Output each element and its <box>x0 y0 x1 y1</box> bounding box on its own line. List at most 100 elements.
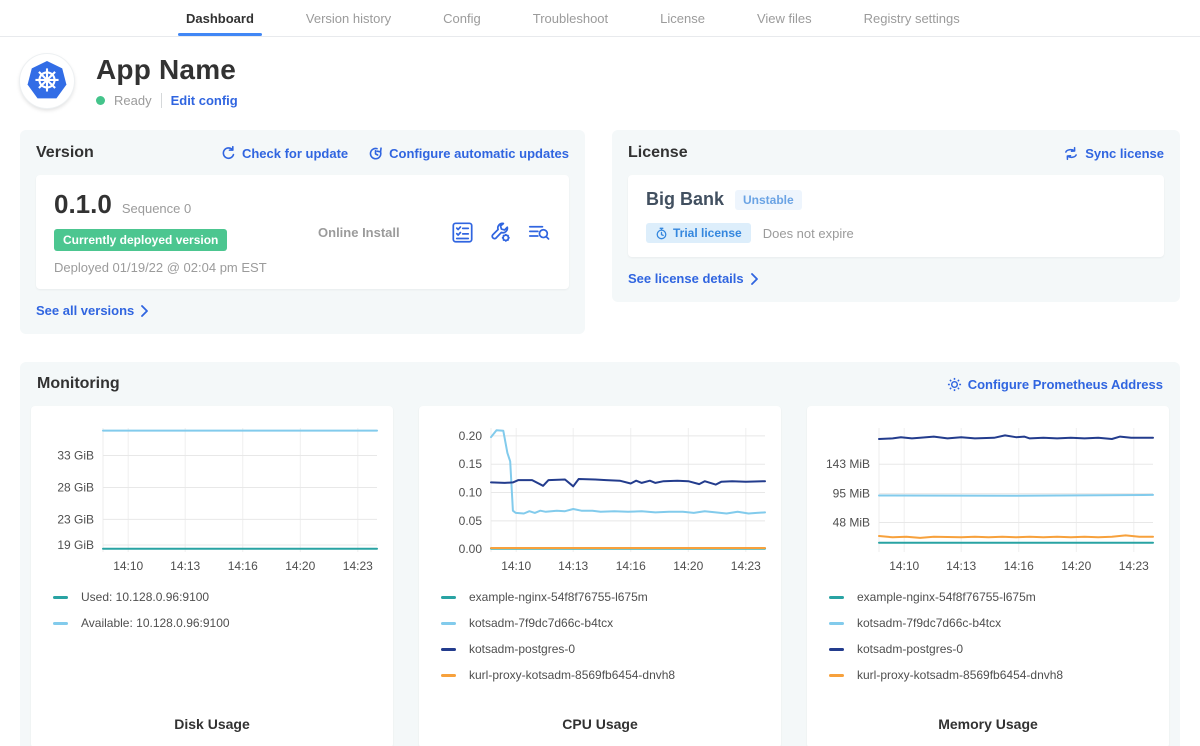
configure-automatic-updates-link[interactable]: Configure automatic updates <box>368 146 569 161</box>
status-text: Ready <box>114 93 152 108</box>
stopwatch-icon <box>655 227 668 240</box>
top-navigation: Dashboard Version history Config Troublesho… <box>0 0 1200 37</box>
legend-item: kurl-proxy-kotsadm-8569fb6454-dnvh8 <box>441 668 771 682</box>
trial-license-badge: Trial license <box>646 223 751 243</box>
legend-label: Available: 10.128.0.96:9100 <box>81 616 230 630</box>
see-all-versions-label: See all versions <box>36 303 134 318</box>
legend-color-dash <box>441 648 456 651</box>
svg-text:14:13: 14:13 <box>946 559 976 573</box>
svg-text:14:23: 14:23 <box>1119 559 1149 573</box>
svg-text:19 GiB: 19 GiB <box>57 538 94 552</box>
legend-item: kotsadm-7f9dc7d66c-b4tcx <box>441 616 771 630</box>
license-name-row: Big Bank Unstable <box>646 189 1146 210</box>
channel-badge: Unstable <box>735 190 802 210</box>
svg-text:33 GiB: 33 GiB <box>57 448 94 462</box>
cpu-usage-chart: 0.200.150.100.050.0014:1014:1314:1614:20… <box>429 418 771 576</box>
tab-dashboard[interactable]: Dashboard <box>186 0 254 36</box>
legend-color-dash <box>53 622 68 625</box>
svg-text:143 MiB: 143 MiB <box>826 457 870 471</box>
legend-color-dash <box>441 596 456 599</box>
legend-color-dash <box>829 674 844 677</box>
version-header-links: Check for update Configure automatic upd… <box>221 146 569 161</box>
top-cards-row: Version Check for update Configure au <box>0 130 1200 334</box>
legend-item: kotsadm-7f9dc7d66c-b4tcx <box>829 616 1159 630</box>
svg-text:14:13: 14:13 <box>558 559 588 573</box>
current-version-panel: 0.1.0 Sequence 0 Currently deployed vers… <box>36 175 569 289</box>
svg-text:14:16: 14:16 <box>616 559 646 573</box>
configure-prometheus-link[interactable]: Configure Prometheus Address <box>947 377 1163 392</box>
edit-config-button[interactable] <box>489 221 512 244</box>
refresh-icon <box>221 146 236 161</box>
edit-config-link[interactable]: Edit config <box>171 93 238 108</box>
svg-text:14:13: 14:13 <box>170 559 200 573</box>
check-for-update-link[interactable]: Check for update <box>221 146 348 161</box>
version-card: Version Check for update Configure au <box>20 130 585 334</box>
app-logo <box>20 54 74 108</box>
divider <box>161 93 162 108</box>
svg-text:0.10: 0.10 <box>459 486 483 500</box>
license-type-row: Trial license Does not expire <box>646 223 1146 243</box>
chevron-right-icon <box>140 305 149 317</box>
svg-text:14:10: 14:10 <box>113 559 143 573</box>
tab-view-files[interactable]: View files <box>757 0 812 36</box>
cpu-legend: example-nginx-54f8f76755-l675m kotsadm-7f… <box>441 590 771 694</box>
app-title-block: App Name Ready Edit config <box>96 54 238 108</box>
legend-label: kotsadm-postgres-0 <box>857 642 963 656</box>
deploy-logs-button[interactable] <box>527 221 551 244</box>
deployed-version-badge: Currently deployed version <box>54 229 227 251</box>
app-header: App Name Ready Edit config <box>0 37 1200 108</box>
license-panel: Big Bank Unstable Trial license Does not… <box>628 175 1164 257</box>
svg-text:14:23: 14:23 <box>731 559 761 573</box>
configure-automatic-updates-label: Configure automatic updates <box>389 146 569 161</box>
legend-label: example-nginx-54f8f76755-l675m <box>469 590 648 604</box>
version-number-row: 0.1.0 Sequence 0 <box>54 189 267 220</box>
svg-text:14:10: 14:10 <box>501 559 531 573</box>
chart-title: CPU Usage <box>429 702 771 732</box>
charts-row: 33 GiB28 GiB23 GiB19 GiB14:1014:1314:161… <box>31 406 1169 746</box>
legend-label: kotsadm-7f9dc7d66c-b4tcx <box>469 616 613 630</box>
legend-label: kotsadm-7f9dc7d66c-b4tcx <box>857 616 1001 630</box>
svg-text:0.05: 0.05 <box>459 514 483 528</box>
sync-arrows-icon <box>1063 146 1079 161</box>
kubernetes-logo-icon <box>26 60 68 102</box>
monitoring-header: Monitoring Configure Prometheus Address <box>37 375 1163 393</box>
monitoring-title: Monitoring <box>37 375 120 393</box>
svg-text:14:10: 14:10 <box>889 559 919 573</box>
version-info-block: 0.1.0 Sequence 0 Currently deployed vers… <box>54 189 267 275</box>
sync-license-link[interactable]: Sync license <box>1063 146 1164 161</box>
disk-legend: Used: 10.128.0.96:9100 Available: 10.128.… <box>53 590 383 642</box>
legend-item: kotsadm-postgres-0 <box>829 642 1159 656</box>
legend-color-dash <box>829 622 844 625</box>
svg-text:48 MiB: 48 MiB <box>833 516 870 530</box>
chevron-right-icon <box>750 273 759 285</box>
svg-text:14:20: 14:20 <box>673 559 703 573</box>
see-all-versions-link[interactable]: See all versions <box>36 303 149 318</box>
svg-text:14:23: 14:23 <box>343 559 373 573</box>
schedule-update-icon <box>368 146 383 161</box>
see-all-versions-row: See all versions <box>36 302 569 320</box>
license-card: License Sync license Big Bank Unstable <box>612 130 1180 302</box>
tab-registry-settings[interactable]: Registry settings <box>864 0 960 36</box>
legend-label: Used: 10.128.0.96:9100 <box>81 590 209 604</box>
sync-license-label: Sync license <box>1085 146 1164 161</box>
view-logs-icon <box>527 221 551 244</box>
tab-troubleshoot[interactable]: Troubleshoot <box>533 0 608 36</box>
tab-license[interactable]: License <box>660 0 705 36</box>
tab-config[interactable]: Config <box>443 0 481 36</box>
see-license-details-link[interactable]: See license details <box>628 271 759 286</box>
version-card-title: Version <box>36 144 94 162</box>
check-for-update-label: Check for update <box>242 146 348 161</box>
see-license-details-row: See license details <box>628 270 1164 288</box>
tab-version-history[interactable]: Version history <box>306 0 391 36</box>
configure-prometheus-label: Configure Prometheus Address <box>968 377 1163 392</box>
disk-usage-chart: 33 GiB28 GiB23 GiB19 GiB14:1014:1314:161… <box>41 418 383 576</box>
legend-label: kurl-proxy-kotsadm-8569fb6454-dnvh8 <box>857 668 1063 682</box>
memory-usage-chart: 143 MiB95 MiB48 MiB14:1014:1314:1614:201… <box>817 418 1159 576</box>
version-number: 0.1.0 <box>54 189 112 220</box>
svg-text:0.15: 0.15 <box>459 457 483 471</box>
status-dot <box>96 96 105 105</box>
license-card-header: License Sync license <box>628 144 1164 162</box>
legend-color-dash <box>441 622 456 625</box>
preflight-checklist-icon <box>451 221 474 244</box>
preflight-checks-button[interactable] <box>451 221 474 244</box>
